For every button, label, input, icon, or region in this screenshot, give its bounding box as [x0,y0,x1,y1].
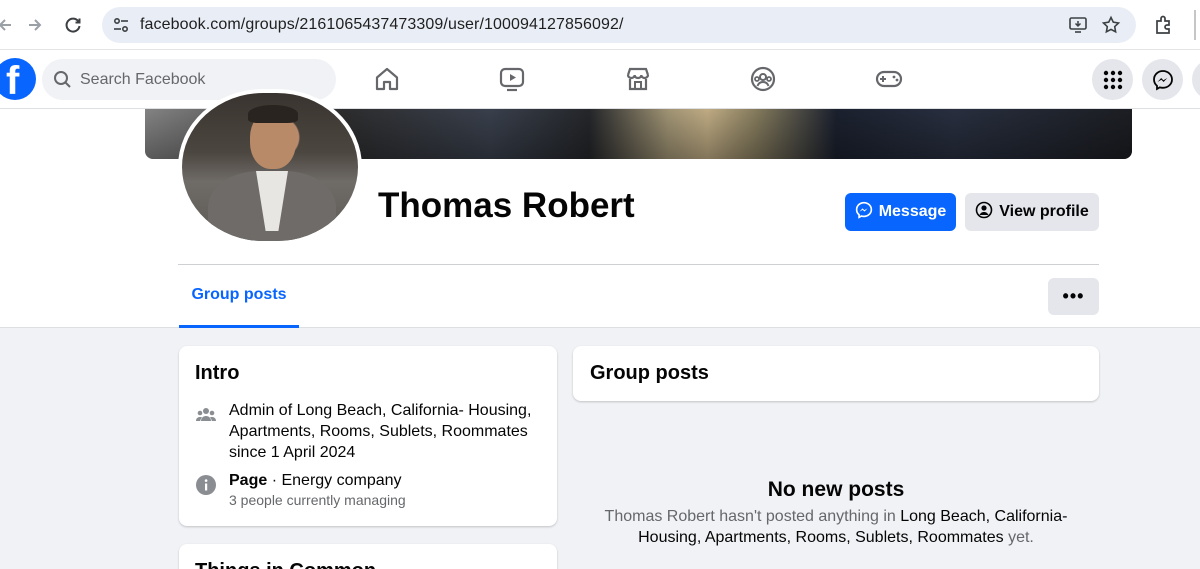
header-divider [178,264,1099,265]
admin-prefix: Admin of [229,402,297,419]
page-managers-text: 3 people currently managing [229,492,406,508]
message-button-label: Message [878,203,947,220]
group-posts-card: Group posts [573,346,1099,401]
group-posts-title: Group posts [590,362,709,384]
gaming-icon[interactable] [872,62,906,96]
search-icon [53,70,72,89]
facebook-header: f Search Facebook [0,50,1200,109]
menu-grid-icon[interactable] [1092,59,1133,100]
site-settings-icon[interactable] [112,16,130,34]
extensions-icon[interactable] [1152,13,1176,37]
facebook-logo[interactable]: f [0,58,36,100]
user-circle-icon [975,201,993,224]
notifications-button-partial[interactable] [1192,59,1200,100]
no-posts-prefix: Thomas Robert hasn't posted anything in [604,508,901,525]
address-bar[interactable]: facebook.com/groups/2161065437473309/use… [102,7,1136,43]
admin-of-text: Admin of Long Beach, California- Housing… [229,400,539,463]
browser-toolbar: facebook.com/groups/2161065437473309/use… [0,0,1200,50]
reload-icon[interactable] [60,12,86,38]
tab-group-posts[interactable]: Group posts [179,277,299,328]
marketplace-icon[interactable] [621,62,655,96]
profile-header: Thomas Robert Message View profile Group… [0,89,1200,328]
page-label: Page [229,472,268,489]
page-category: · Energy company [267,472,402,489]
things-title: Things in Common [195,560,376,569]
bookmark-star-icon[interactable] [1101,15,1121,35]
groups-icon[interactable] [746,62,780,96]
toolbar-divider [1194,10,1200,40]
admin-since: since 1 April 2024 [229,444,356,461]
things-in-common-card: Things in Common [179,544,557,569]
no-posts-title: No new posts [767,478,905,501]
no-posts-suffix: yet. [1003,529,1034,546]
home-icon[interactable] [370,62,404,96]
view-profile-button[interactable]: View profile [965,193,1099,231]
profile-picture[interactable] [178,89,362,245]
back-icon[interactable] [0,12,18,38]
message-button[interactable]: Message [845,193,956,231]
messenger-icon[interactable] [1142,59,1183,100]
video-icon[interactable] [495,62,529,96]
page-category-line: Page · Energy company [229,470,402,491]
install-app-icon[interactable] [1068,15,1088,35]
messenger-icon [855,201,873,224]
no-posts-message: Thomas Robert hasn't posted anything in … [598,506,1074,548]
url-text[interactable]: facebook.com/groups/2161065437473309/use… [140,16,624,34]
intro-card: Intro Admin of Long Beach, California- H… [179,346,557,526]
search-placeholder: Search Facebook [80,71,206,88]
view-profile-label: View profile [999,203,1089,220]
profile-name: Thomas Robert [378,186,635,225]
more-options-button[interactable]: ••• [1048,278,1099,315]
forward-icon[interactable] [22,12,48,38]
people-icon [195,404,217,426]
intro-title: Intro [195,362,240,384]
info-icon [195,474,217,496]
